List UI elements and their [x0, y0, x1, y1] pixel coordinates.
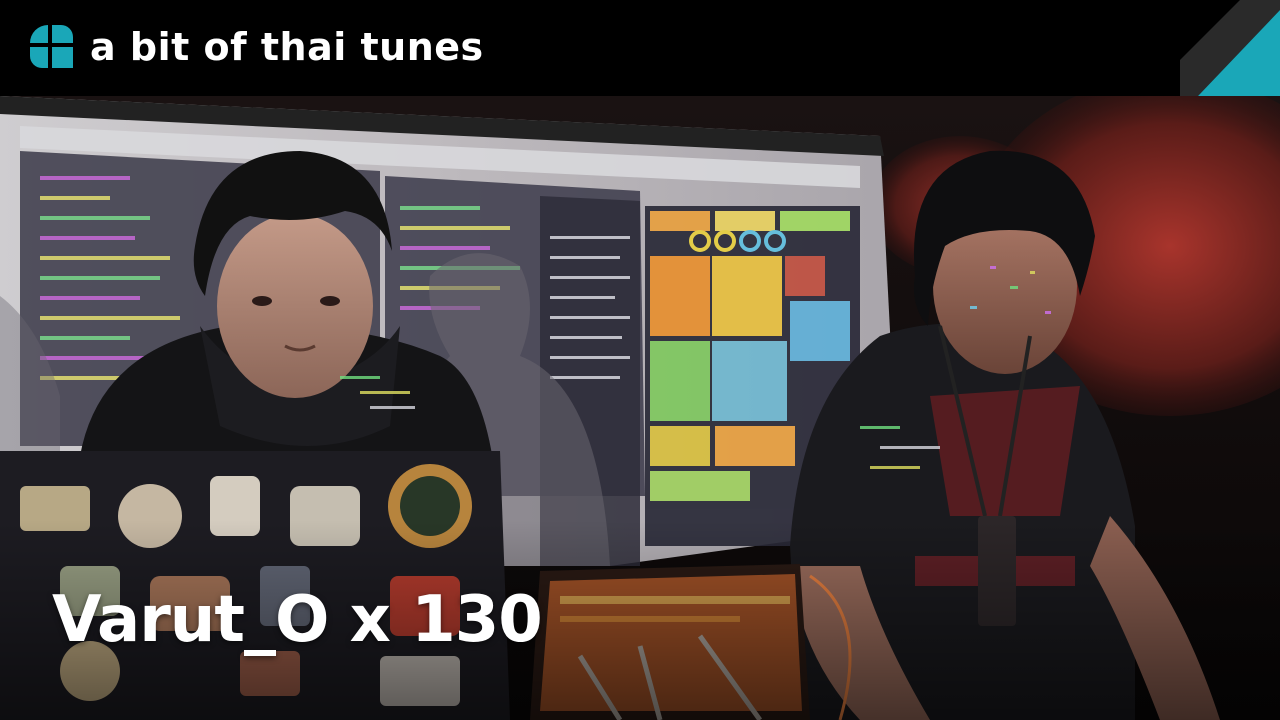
top-banner: a bit of thai tunes — [0, 0, 1280, 96]
quadrant-logo-icon — [30, 25, 73, 68]
video-frame: a bit of thai tunes Varut_O x 130 — [0, 0, 1280, 720]
corner-accent — [1180, 0, 1280, 96]
show-title: a bit of thai tunes — [90, 25, 484, 69]
performer-caption: Varut_O x 130 — [52, 583, 543, 657]
